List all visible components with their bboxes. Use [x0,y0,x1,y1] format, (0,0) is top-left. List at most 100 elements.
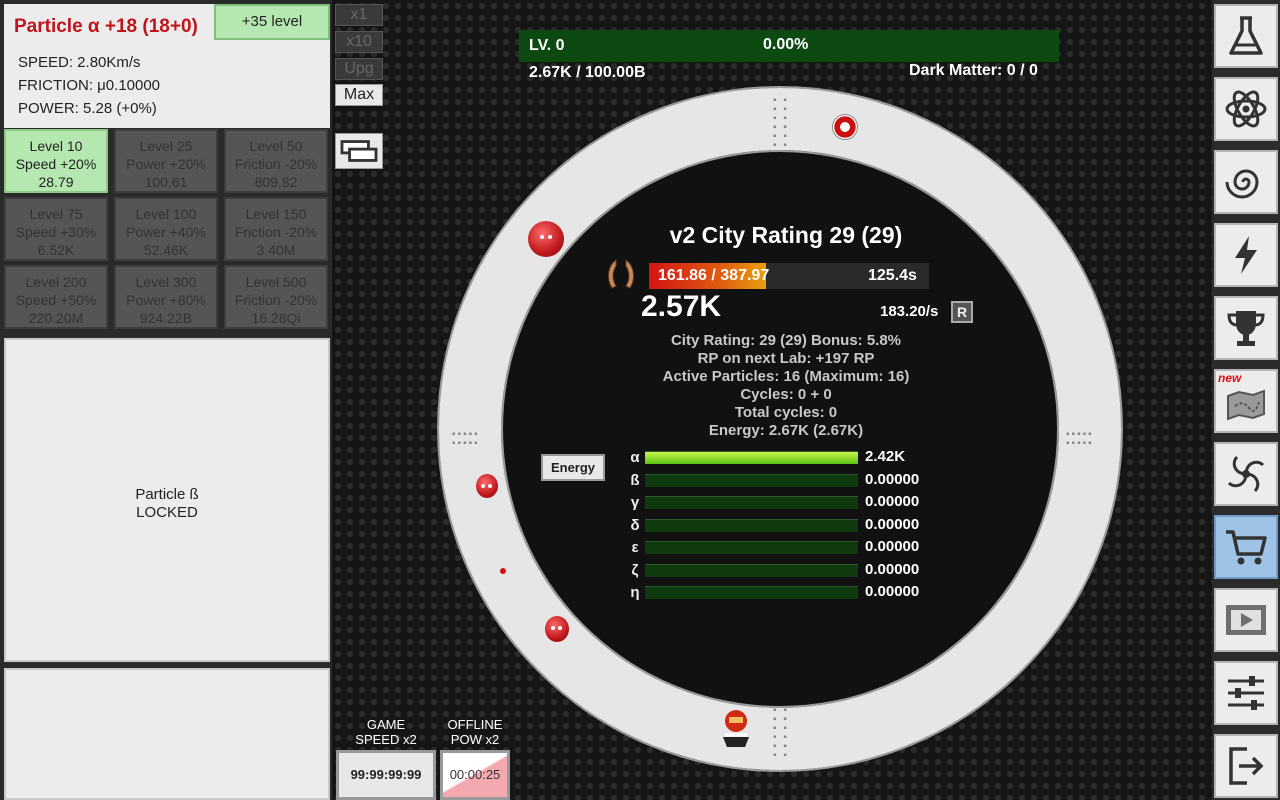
energy-bar-value: 0.00000 [865,538,920,555]
spiral-icon [1225,169,1259,199]
upgrade-cost: 28.79 [38,174,74,190]
upgrade-tile[interactable]: Level 25 Power +20% 100.61 [114,129,218,193]
multiplier-max-button[interactable]: Max [335,84,383,106]
bonus-ball-icon[interactable] [832,114,858,140]
upgrade-tile[interactable]: Level 75 Speed +30% 6.52K [4,197,108,261]
energy-bar-value: 0.00000 [865,516,920,533]
map-button[interactable]: new [1214,369,1278,433]
energy-bar-value: 2.42K [865,448,906,465]
energy-bar-track [645,496,858,509]
add-level-button[interactable]: +35 level [214,4,330,40]
particle-beta-locked-panel[interactable]: Particle ß LOCKED [4,338,330,662]
upgrade-cost: 6.52K [37,242,75,258]
achievements-button[interactable] [1214,296,1278,360]
energy-bar-symbol: α [630,449,640,466]
upgrade-tile[interactable]: Level 300 Power +80% 924.22B [114,265,218,329]
energy-bar-track [645,519,858,532]
particle-panel: Particle α +18 (18+0) SPEED: 2.80Km/s FR… [0,0,332,800]
energy-bar-value: 0.00000 [865,493,920,510]
upgrade-effect: Friction -20% [234,224,318,240]
video-button[interactable] [1214,588,1278,652]
locked-status: LOCKED [136,504,198,521]
energy-bar-value: 0.00000 [865,561,920,578]
upgrade-level: Level 200 [25,274,87,290]
info-rp-next-lab: RP on next Lab: +197 RP [697,350,875,367]
lightning-icon [1235,236,1257,274]
offline-power-label: OFFLINE POW x2 [440,717,510,747]
rivets-top: ▪ ▪ ▪ ▪ ▪ ▪ ▪ ▪ ▪ ▪ ▪ ▪ [773,95,789,151]
energy-bar-track [645,474,858,487]
upgrade-cost: 3.40M [256,242,296,258]
energy-button[interactable]: Energy [541,454,605,481]
cart-icon [1226,530,1267,565]
upgrade-cost: 809.82 [254,174,298,190]
offline-power-boost-button[interactable]: 00:00:25 [440,750,510,800]
upgrade-level: Level 10 [29,138,83,154]
upgrade-effect: Friction -20% [234,292,318,308]
vortex-button[interactable] [1214,442,1278,506]
upgrade-level: Level 25 [139,138,193,154]
multiplier-upg-button[interactable]: Upg [335,58,383,80]
settings-button[interactable] [1214,661,1278,725]
power-button[interactable] [1214,223,1278,287]
upgrade-effect: Speed +20% [15,156,97,172]
reset-button[interactable]: R [951,301,973,323]
offline-label-line: OFFLINE [447,717,503,732]
atom-button[interactable] [1214,77,1278,141]
particle-speed: SPEED: 2.80Km/s [18,54,141,71]
level-progress-text: 2.67K / 100.00B [529,64,646,81]
particle-creature-icon [476,474,498,498]
particle-friction: FRICTION: μ0.10000 [18,77,161,94]
particle-dot [500,568,506,574]
exit-button[interactable] [1214,734,1278,798]
rivets-left: ▪▪▪▪▪ ▪▪▪▪▪ [452,429,480,449]
info-active-particles: Active Particles: 16 (Maximum: 16) [662,368,910,385]
upgrade-level: Level 75 [29,206,83,222]
upgrade-tile[interactable]: Level 100 Power +40% 52.46K [114,197,218,261]
level-label: LV. 0 [529,37,565,54]
locked-particle-name: Particle ß [135,486,199,503]
dark-matter-counter: Dark Matter: 0 / 0 [909,62,1038,79]
particle-creature-icon [545,616,569,642]
laurel-icon [608,258,634,289]
empty-slot-panel [4,668,330,800]
upgrade-tile[interactable]: Level 200 Speed +50% 220.20M [4,265,108,329]
info-city-rating: City Rating: 29 (29) Bonus: 5.8% [670,332,902,349]
game-speed-boost-button[interactable]: 99:99:99:99 [336,750,436,800]
energy-bar-track [645,586,858,599]
energy-bar-fill [645,452,858,464]
upgrade-level: Level 100 [135,206,197,222]
upgrade-effect: Power +80% [126,292,206,308]
upgrade-tile[interactable]: Level 10 Speed +20% 28.79 [4,129,108,193]
energy-bar-track [645,451,858,464]
shop-button[interactable] [1214,515,1278,579]
right-sidebar: new [1212,0,1280,800]
lab-button[interactable] [1214,4,1278,68]
upgrade-level: Level 150 [245,206,307,222]
atom-icon [1225,90,1267,128]
vortex-icon [1227,455,1265,493]
upgrade-effect: Speed +50% [15,292,97,308]
rivets-right: ▪▪▪▪▪ ▪▪▪▪▪ [1066,429,1094,449]
upgrade-effect: Speed +30% [15,224,97,240]
energy-bar-symbol: γ [630,494,640,511]
multiplier-x1-button[interactable]: x1 [335,4,383,26]
info-total-cycles: Total cycles: 0 [734,404,838,421]
energy-bar-track [645,541,858,554]
particle-power: POWER: 5.28 (+0%) [18,100,157,117]
view-toggle-button[interactable] [335,133,383,169]
upgrade-tile[interactable]: Level 500 Friction -20% 16.28Qi [224,265,328,329]
upgrade-tile[interactable]: Level 150 Friction -20% 3.40M [224,197,328,261]
scientist-character-icon [719,707,753,749]
rp-time-remaining: 125.4s [868,267,917,284]
upgrade-cost: 924.22B [139,310,193,326]
energy-bar-track [645,564,858,577]
video-icon [1226,605,1266,635]
upgrade-effect: Friction -20% [234,156,318,172]
energy-rate: 183.20/s [880,303,939,320]
galaxy-button[interactable] [1214,150,1278,214]
multiplier-x10-button[interactable]: x10 [335,31,383,53]
energy-total: 2.57K [641,290,722,323]
upgrade-cost: 16.28Qi [251,310,301,326]
upgrade-tile[interactable]: Level 50 Friction -20% 809.82 [224,129,328,193]
